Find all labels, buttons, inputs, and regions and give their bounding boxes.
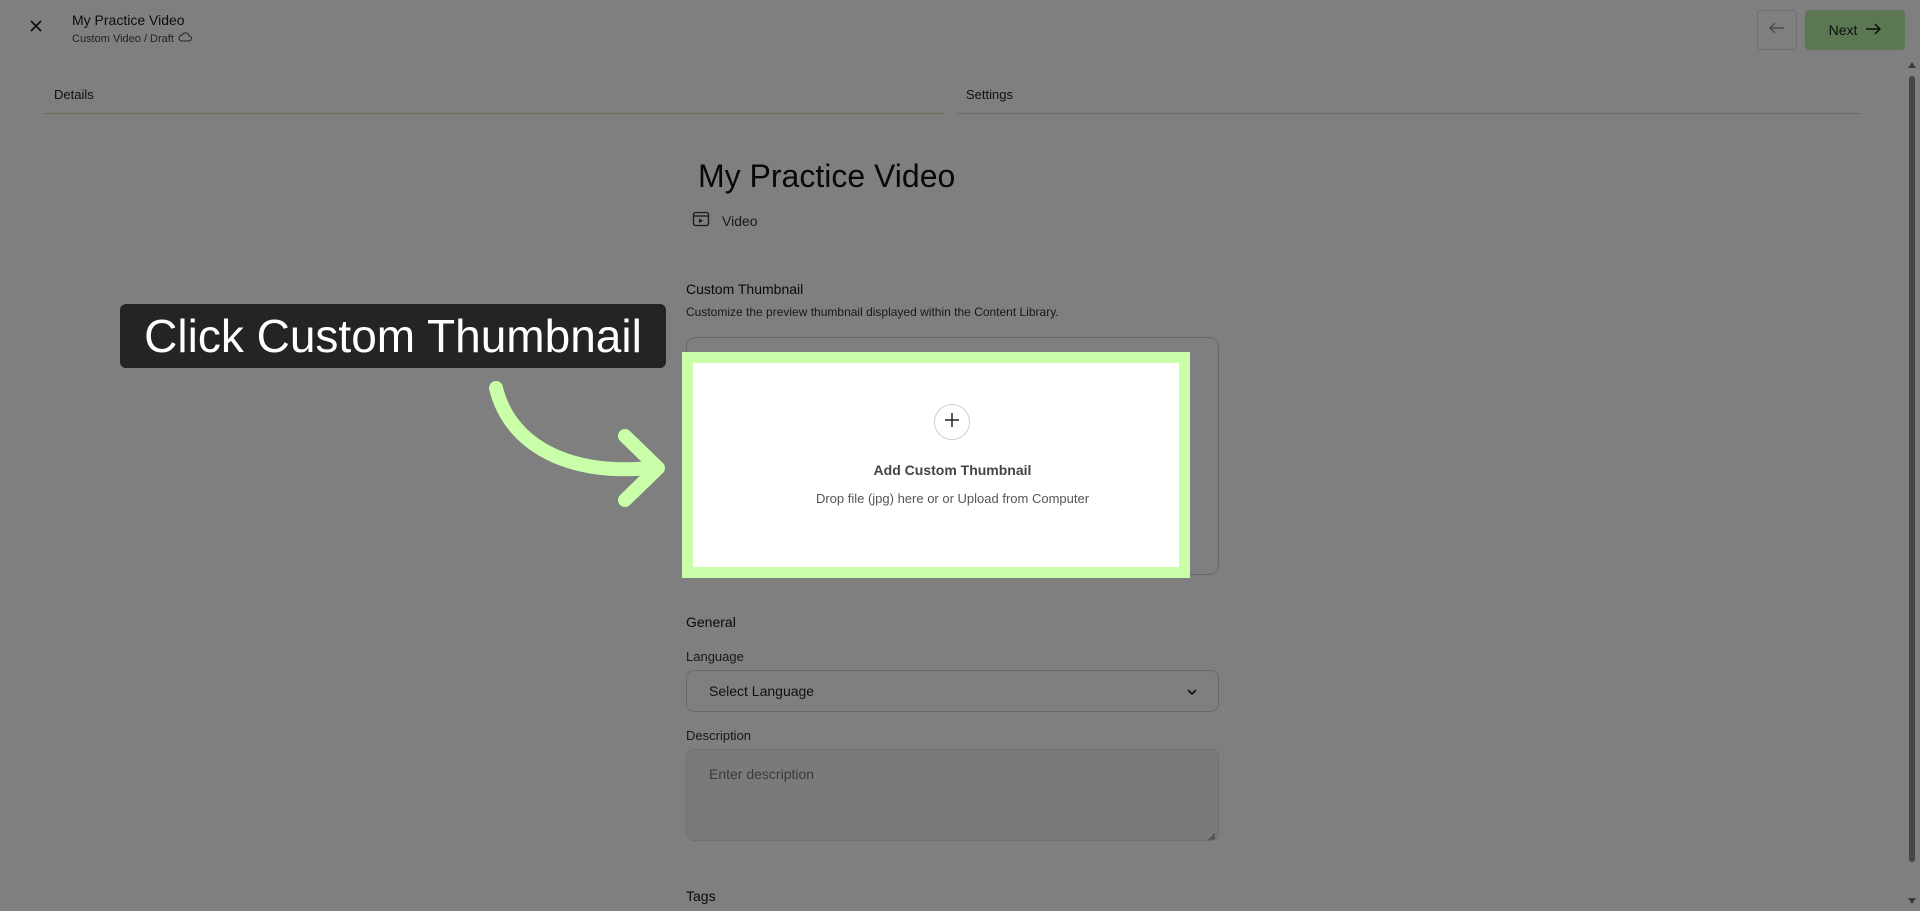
arrow-left-icon [1768, 21, 1785, 39]
breadcrumb-text: Custom Video / Draft [72, 32, 174, 45]
next-button[interactable]: Next [1805, 10, 1905, 50]
title-block: My Practice Video Custom Video / Draft [72, 11, 192, 45]
arrow-right-icon [1865, 22, 1882, 38]
thumbnail-section-description: Customize the preview thumbnail displaye… [686, 305, 1059, 319]
back-button[interactable] [1757, 10, 1797, 50]
thumbnail-dropzone-title: Add Custom Thumbnail [873, 462, 1032, 478]
scrollbar-thumb[interactable] [1909, 76, 1915, 862]
resize-handle-icon[interactable] [1206, 828, 1216, 841]
next-button-label: Next [1828, 22, 1858, 38]
close-button[interactable] [24, 16, 48, 40]
thumbnail-dropzone-subtitle: Drop file (jpg) here or or Upload from C… [815, 491, 1090, 506]
description-placeholder: Enter description [709, 766, 815, 782]
content-type-label: Video [722, 212, 758, 229]
tutorial-callout: Click Custom Thumbnail [120, 304, 666, 368]
thumbnail-section-label: Custom Thumbnail [686, 281, 804, 297]
tags-section-label: Tags [686, 888, 716, 904]
language-label: Language [686, 649, 744, 664]
video-icon [692, 210, 710, 231]
chevron-down-icon [1186, 683, 1198, 699]
scroll-down-icon[interactable] [1908, 898, 1916, 904]
header: My Practice Video Custom Video / Draft N… [0, 0, 1920, 58]
language-select[interactable]: Select Language [686, 670, 1219, 712]
description-label: Description [686, 728, 752, 743]
description-field[interactable]: Enter description [686, 749, 1219, 841]
document-title: My Practice Video [72, 12, 185, 28]
content-type: Video [692, 210, 758, 231]
callout-arrow-icon [489, 381, 665, 507]
scroll-up-icon[interactable] [1908, 62, 1916, 68]
tab-details[interactable]: Details [44, 83, 944, 114]
page-title: My Practice Video [698, 158, 956, 194]
plus-icon [944, 412, 960, 433]
language-select-value: Select Language [709, 683, 815, 699]
scrollbar[interactable] [1904, 58, 1920, 911]
add-thumbnail-button[interactable] [934, 404, 970, 440]
general-section-label: General [686, 614, 736, 630]
cloud-icon [178, 32, 192, 45]
close-icon [29, 19, 43, 38]
tab-settings[interactable]: Settings [956, 83, 1862, 114]
breadcrumb: Custom Video / Draft [72, 32, 192, 45]
tab-bar: Details Settings [44, 83, 1862, 114]
